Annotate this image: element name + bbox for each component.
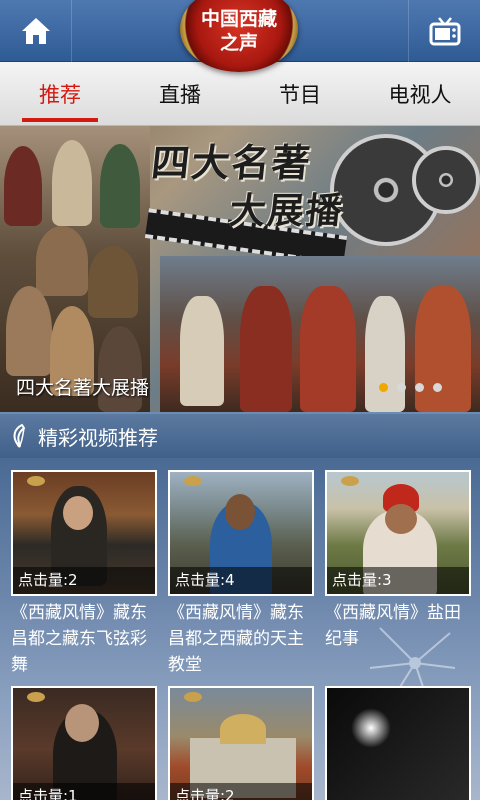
station-logo — [27, 692, 45, 702]
video-thumbnail[interactable] — [325, 686, 471, 800]
video-title[interactable]: 《西藏风情》藏东昌都之西藏的天主教堂 — [168, 600, 314, 678]
featured-banner[interactable]: 四大名著 大展播 四大名著大展播 — [0, 126, 480, 412]
section-title: 精彩视频推荐 — [38, 425, 158, 450]
tv-icon — [429, 17, 460, 46]
video-title[interactable]: 《西藏风情》藏东昌都之藏东飞弦彩舞 — [11, 600, 157, 678]
banner-title-line1: 四大名著 — [149, 140, 315, 185]
carousel-dot[interactable] — [415, 383, 424, 392]
carousel-dot[interactable] — [433, 383, 442, 392]
video-card[interactable] — [325, 686, 471, 800]
section-header: 精彩视频推荐 — [0, 412, 480, 458]
station-logo — [184, 692, 202, 702]
video-grid: 点击量:2 《西藏风情》藏东昌都之藏东飞弦彩舞 点击量:4 《西藏风情》藏东昌都… — [0, 458, 480, 800]
click-count: 点击量:2 — [13, 567, 155, 594]
click-count: 点击量:3 — [327, 567, 469, 594]
tab-recommend[interactable]: 推荐 — [0, 62, 120, 125]
top-bar: 中国西藏 之声 — [0, 0, 480, 72]
tab-programs[interactable]: 节目 — [240, 62, 360, 125]
video-thumbnail[interactable]: 点击量:1 — [11, 686, 157, 800]
station-logo — [341, 476, 359, 486]
video-card[interactable]: 点击量:2 《西藏风情》藏东昌都之藏东飞弦彩舞 — [11, 470, 157, 678]
carousel-indicator — [379, 383, 442, 392]
click-count: 点击量:2 — [170, 783, 312, 800]
banner-image-cast — [0, 126, 150, 412]
leaf-icon — [13, 423, 26, 448]
film-reel-graphic-small — [412, 146, 480, 214]
banner-caption: 四大名著大展播 — [16, 377, 150, 399]
video-thumbnail[interactable]: 点击量:3 — [325, 470, 471, 596]
banner-title-line2: 大展播 — [227, 190, 346, 232]
video-card[interactable]: 点击量:3 《西藏风情》盐田纪事 — [325, 470, 471, 652]
video-thumbnail[interactable]: 点击量:4 — [168, 470, 314, 596]
video-thumbnail[interactable]: 点击量:2 — [11, 470, 157, 596]
tab-tv-hosts[interactable]: 电视人 — [360, 62, 480, 125]
station-logo — [27, 476, 45, 486]
video-card[interactable]: 点击量:4 《西藏风情》藏东昌都之西藏的天主教堂 — [168, 470, 314, 678]
station-logo — [184, 476, 202, 486]
tab-live[interactable]: 直播 — [120, 62, 240, 125]
video-title[interactable]: 《西藏风情》盐田纪事 — [325, 600, 471, 652]
home-button[interactable] — [0, 0, 72, 62]
logo-text-line1: 中国西藏 — [200, 8, 277, 30]
click-count: 点击量:1 — [13, 783, 155, 800]
video-card[interactable]: 点击量:1 — [11, 686, 157, 800]
click-count: 点击量:4 — [170, 567, 312, 594]
carousel-dot[interactable] — [379, 383, 388, 392]
logo-text-line2: 之声 — [219, 32, 258, 54]
tv-button[interactable] — [408, 0, 480, 62]
video-card[interactable]: 点击量:2 — [168, 686, 314, 800]
carousel-dot[interactable] — [397, 383, 406, 392]
video-thumbnail[interactable]: 点击量:2 — [168, 686, 314, 800]
home-icon — [21, 18, 50, 44]
